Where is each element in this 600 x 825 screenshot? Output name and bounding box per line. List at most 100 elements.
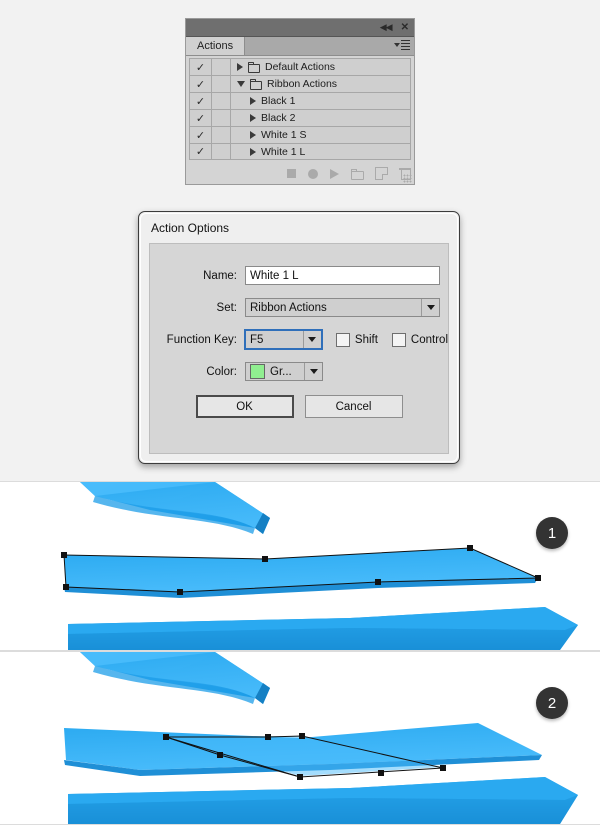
- stop-icon[interactable]: [287, 169, 296, 178]
- function-key-row: Function Key: F5 Shift Control: [150, 329, 448, 350]
- close-icon[interactable]: ✕: [401, 22, 409, 33]
- table-row[interactable]: ✓ Black 2: [189, 109, 411, 126]
- disclosure-triangle-icon[interactable]: [250, 147, 256, 156]
- table-row[interactable]: ✓ White 1 S: [189, 126, 411, 143]
- ok-button[interactable]: OK: [195, 395, 294, 418]
- name-field[interactable]: White 1 L: [245, 266, 440, 285]
- check-icon: ✓: [195, 78, 206, 91]
- row-toggle-checkbox[interactable]: ✓: [190, 110, 212, 126]
- chevron-down-icon: [394, 43, 400, 48]
- row-toggle-checkbox[interactable]: ✓: [190, 127, 212, 143]
- tab-actions[interactable]: Actions: [186, 37, 246, 55]
- row-dialog-toggle[interactable]: [212, 93, 231, 109]
- action-options-dialog: Action Options Name: White 1 L Set: Ribb…: [138, 211, 460, 464]
- disclosure-triangle-icon[interactable]: [237, 81, 245, 87]
- chevron-down-icon: [302, 331, 321, 348]
- anchor-point: [467, 545, 473, 551]
- actions-panel: ◀◀ ✕ Actions ✓ Default Actions ✓ Ribbon …: [185, 18, 415, 185]
- collapse-icon[interactable]: ◀◀: [380, 23, 393, 32]
- check-icon: ✓: [195, 95, 206, 108]
- dialog-title: Action Options: [151, 221, 230, 235]
- illustration-step-1: 1: [0, 481, 600, 651]
- row-content[interactable]: White 1 S: [231, 127, 410, 143]
- name-row: Name: White 1 L: [150, 266, 448, 285]
- function-key-dropdown[interactable]: F5: [244, 329, 323, 350]
- record-icon[interactable]: [308, 168, 318, 179]
- row-label: Black 1: [261, 95, 296, 107]
- chevron-down-icon: [421, 299, 439, 316]
- shift-checkbox-group[interactable]: Shift: [335, 332, 378, 347]
- ribbon-artwork-1: [61, 482, 578, 650]
- row-dialog-toggle[interactable]: [212, 76, 231, 92]
- row-label: White 1 L: [261, 145, 306, 158]
- anchor-point: [262, 556, 268, 562]
- anchor-point: [535, 575, 541, 581]
- check-icon: ✓: [195, 146, 206, 158]
- set-label: Set:: [216, 301, 237, 314]
- anchor-point: [63, 584, 69, 590]
- row-content[interactable]: Default Actions: [231, 59, 410, 75]
- ribbon-artwork-2: [64, 652, 578, 824]
- anchor-point: [163, 734, 169, 740]
- tab-actions-label: Actions: [197, 40, 234, 52]
- ok-button-label: OK: [236, 400, 253, 413]
- table-row[interactable]: ✓ White 1 L: [189, 143, 411, 160]
- cancel-button[interactable]: Cancel: [304, 395, 403, 418]
- panel-tabbar: Actions: [186, 37, 414, 56]
- name-label: Name:: [203, 269, 237, 282]
- function-key-label: Function Key:: [166, 333, 237, 346]
- row-dialog-toggle[interactable]: [212, 59, 231, 75]
- new-set-icon[interactable]: [351, 168, 364, 180]
- resize-grip[interactable]: [403, 174, 412, 183]
- step-badge-1: 1: [536, 517, 568, 549]
- row-toggle-checkbox[interactable]: ✓: [190, 76, 212, 92]
- dialog-body: Name: White 1 L Set: Ribbon Actions Func…: [149, 243, 449, 454]
- row-dialog-toggle[interactable]: [212, 144, 231, 159]
- new-action-icon[interactable]: [375, 167, 388, 180]
- row-content[interactable]: Ribbon Actions: [231, 76, 410, 92]
- row-toggle-checkbox[interactable]: ✓: [190, 144, 212, 159]
- table-row[interactable]: ✓ Default Actions: [189, 58, 411, 75]
- disclosure-triangle-icon[interactable]: [237, 63, 243, 71]
- control-label: Control: [410, 333, 448, 346]
- color-row: Color: Gr...: [150, 362, 448, 381]
- anchor-point: [299, 733, 305, 739]
- set-row: Set: Ribbon Actions: [150, 298, 448, 317]
- disclosure-triangle-icon[interactable]: [250, 97, 256, 105]
- check-icon: ✓: [195, 61, 206, 74]
- row-dialog-toggle[interactable]: [212, 127, 231, 143]
- row-content[interactable]: Black 2: [231, 110, 410, 126]
- step-badge-2: 2: [536, 687, 568, 719]
- disclosure-triangle-icon[interactable]: [250, 114, 256, 122]
- control-checkbox[interactable]: [391, 332, 406, 347]
- row-label: White 1 S: [261, 129, 307, 141]
- dialog-form: Name: White 1 L Set: Ribbon Actions Func…: [150, 244, 448, 381]
- function-key-value: F5: [250, 333, 264, 346]
- row-content[interactable]: White 1 L: [231, 144, 410, 159]
- anchor-point: [375, 579, 381, 585]
- anchor-point: [440, 765, 446, 771]
- anchor-point: [265, 734, 271, 740]
- shift-checkbox[interactable]: [335, 332, 350, 347]
- set-dropdown[interactable]: Ribbon Actions: [245, 298, 440, 317]
- table-row[interactable]: ✓ Ribbon Actions: [189, 75, 411, 92]
- panel-titlebar: ◀◀ ✕: [186, 19, 414, 37]
- row-label: Ribbon Actions: [267, 78, 338, 90]
- anchor-point: [217, 752, 223, 758]
- panel-menu-icon[interactable]: [394, 40, 410, 51]
- anchor-point: [61, 552, 67, 558]
- anchor-point: [177, 589, 183, 595]
- color-dropdown[interactable]: Gr...: [245, 362, 323, 381]
- color-label: Color:: [206, 365, 237, 378]
- control-checkbox-group[interactable]: Control: [391, 332, 448, 347]
- row-toggle-checkbox[interactable]: ✓: [190, 93, 212, 109]
- play-icon[interactable]: [330, 168, 339, 179]
- row-dialog-toggle[interactable]: [212, 110, 231, 126]
- row-content[interactable]: Black 1: [231, 93, 410, 109]
- row-toggle-checkbox[interactable]: ✓: [190, 59, 212, 75]
- table-row[interactable]: ✓ Black 1: [189, 92, 411, 109]
- folder-icon: [250, 78, 262, 90]
- disclosure-triangle-icon[interactable]: [250, 131, 256, 139]
- row-label: Default Actions: [265, 61, 336, 73]
- set-dropdown-value: Ribbon Actions: [250, 301, 327, 314]
